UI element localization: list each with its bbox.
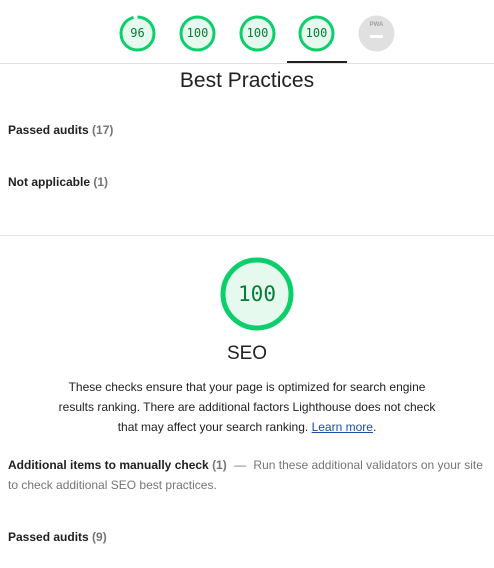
best-practices-title: Best Practices <box>179 69 315 92</box>
best-practices-passed-audits-toggle[interactable]: Passed audits (17) <box>8 123 113 137</box>
accessibility-gauge[interactable]: 100 <box>179 15 216 52</box>
pwa-label: PWA <box>369 22 384 28</box>
best-practices-gauge[interactable]: 100 <box>239 15 276 52</box>
seo-score-gauge: 100 <box>220 257 294 331</box>
manual-checks-count: (1) <box>212 458 227 472</box>
performance-gauge[interactable]: 96 <box>119 15 156 52</box>
seo-passed-audits-count: (9) <box>92 530 107 544</box>
seo-passed-audits-toggle[interactable]: Passed audits (9) <box>8 530 107 544</box>
performance-score: 96 <box>130 26 145 40</box>
not-applicable-label: Not applicable <box>8 175 91 189</box>
seo-score-small: 100 <box>305 26 328 40</box>
manual-checks-toggle[interactable]: Additional items to manually check (1) —… <box>8 455 488 495</box>
manual-checks-separator: — <box>234 458 247 472</box>
learn-more-link[interactable]: Learn more <box>312 420 373 434</box>
seo-description-text: These checks ensure that your page is op… <box>58 380 436 434</box>
passed-audits-count: (17) <box>92 123 114 137</box>
active-category-indicator <box>287 61 347 63</box>
best-practices-score: 100 <box>246 26 269 40</box>
not-applicable-count: (1) <box>93 175 109 189</box>
seo-gauge[interactable]: 100 <box>298 15 335 52</box>
seo-score: 100 <box>238 282 276 306</box>
seo-description: These checks ensure that your page is op… <box>58 380 436 434</box>
pwa-dash-icon <box>370 35 383 38</box>
manual-checks-label: Additional items to manually check <box>8 458 209 472</box>
pwa-badge-icon <box>358 15 395 52</box>
accessibility-score: 100 <box>186 26 209 40</box>
pwa-gauge[interactable]: PWA <box>358 15 395 52</box>
passed-audits-label: Passed audits <box>8 123 89 137</box>
score-header: 96 100 100 100 PWA <box>0 0 494 64</box>
best-practices-not-applicable-toggle[interactable]: Not applicable (1) <box>8 175 108 189</box>
seo-title: SEO <box>226 343 268 364</box>
seo-passed-audits-label: Passed audits <box>8 530 89 544</box>
section-divider <box>0 235 494 236</box>
